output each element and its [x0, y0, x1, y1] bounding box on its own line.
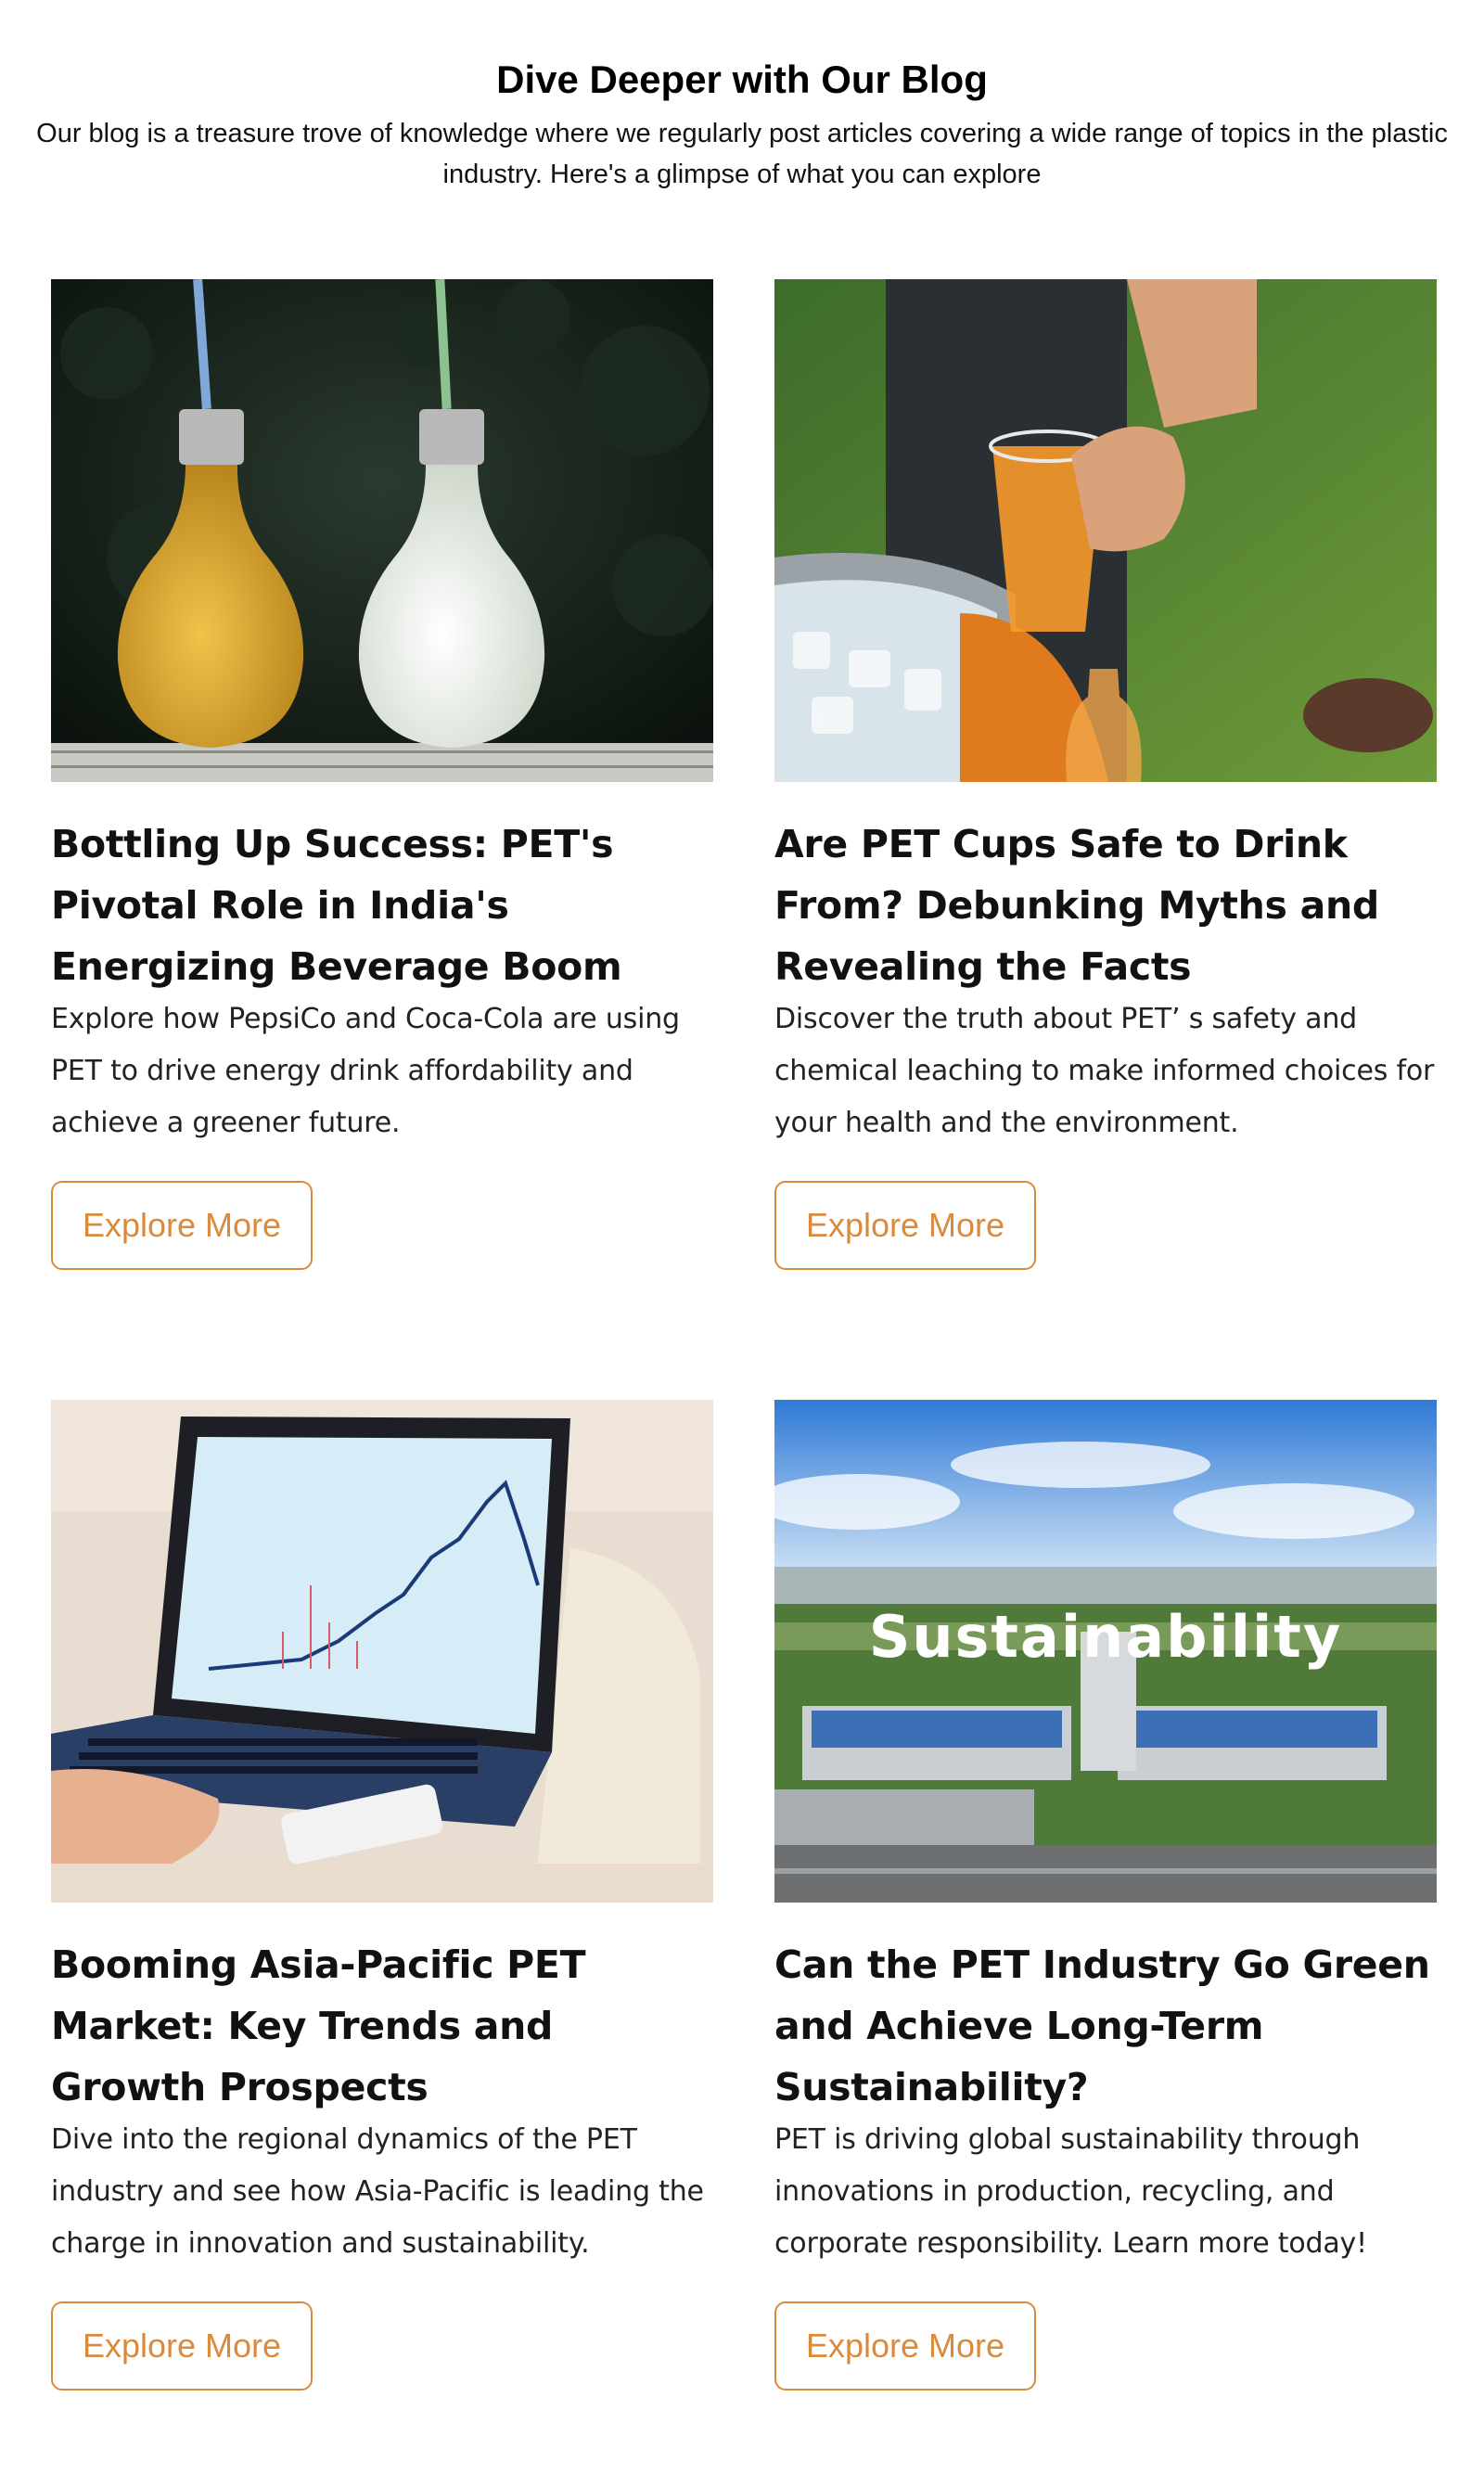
blog-card-image[interactable]: Sustainability: [774, 1400, 1437, 1903]
laptop-chart-photo: [51, 1400, 713, 1903]
explore-more-button[interactable]: Explore More: [774, 2301, 1036, 2391]
blog-card-title[interactable]: Bottling Up Success: PET's Pivotal Role …: [51, 814, 713, 997]
blog-card-title[interactable]: Can the PET Industry Go Green and Achiev…: [774, 1934, 1437, 2118]
explore-more-button[interactable]: Explore More: [51, 1181, 313, 1270]
explore-more-button[interactable]: Explore More: [51, 2301, 313, 2391]
aerial-factory-photo: Sustainability: [774, 1400, 1437, 1903]
sustainability-caption: Sustainability: [869, 1603, 1343, 1671]
blog-card-image[interactable]: [51, 1400, 713, 1903]
blog-card-image[interactable]: [774, 279, 1437, 782]
blog-card-title[interactable]: Booming Asia-Pacific PET Market: Key Tre…: [51, 1934, 713, 2118]
pet-cup-photo: [774, 279, 1437, 782]
bulb-bottles-photo: [51, 279, 713, 782]
page-title: Dive Deeper with Our Blog: [496, 58, 988, 101]
blog-card-description: PET is driving global sustainability thr…: [774, 2123, 1367, 2260]
blog-card-description: Explore how PepsiCo and Coca-Cola are us…: [51, 1003, 680, 1139]
blog-card-description: Dive into the regional dynamics of the P…: [51, 2123, 704, 2260]
explore-more-button[interactable]: Explore More: [774, 1181, 1036, 1270]
blog-card-description: Discover the truth about PET’ s safety a…: [774, 1003, 1435, 1139]
page-subtitle: Our blog is a treasure trove of knowledg…: [36, 119, 1448, 189]
blog-header: Dive Deeper with Our Blog Our blog is a …: [0, 54, 1484, 195]
blog-card-title[interactable]: Are PET Cups Safe to Drink From? Debunki…: [774, 814, 1437, 997]
blog-card-image[interactable]: [51, 279, 713, 782]
